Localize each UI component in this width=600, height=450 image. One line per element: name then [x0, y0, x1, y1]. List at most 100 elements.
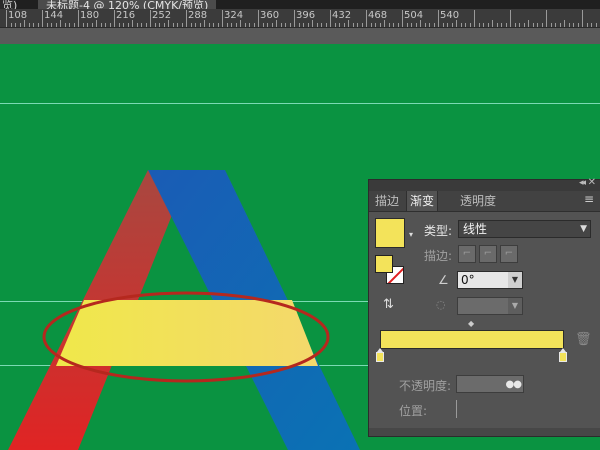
ruler-tick	[479, 23, 480, 27]
color-stop-left[interactable]	[376, 348, 384, 362]
gradient-type-value: 线性	[463, 222, 488, 236]
ruler-tick	[254, 23, 255, 27]
ruler-tick	[465, 23, 466, 27]
reverse-gradient-icon[interactable]: ⇅	[383, 297, 394, 312]
ruler-tick	[420, 20, 421, 27]
ruler-tick	[506, 23, 507, 27]
ruler-tick	[362, 23, 363, 27]
color-stop-right[interactable]	[559, 348, 567, 362]
chevron-down-icon[interactable]: ▼	[508, 298, 522, 314]
ruler-tick	[164, 23, 165, 27]
ruler-tick	[267, 23, 268, 27]
ruler-tick	[272, 23, 273, 27]
stroke-gradient-within-button[interactable]: ⌐	[458, 245, 476, 263]
ruler-tick	[83, 23, 84, 27]
ruler-tick	[317, 23, 318, 27]
ruler-tick	[456, 20, 457, 27]
close-icon[interactable]: ✕	[588, 177, 596, 188]
trash-icon[interactable]: 🗑	[575, 332, 592, 347]
ruler-tick	[56, 23, 57, 27]
ruler-tick	[483, 23, 484, 27]
panel-menu-icon[interactable]: ≡	[584, 192, 594, 206]
ruler-tick	[492, 20, 493, 27]
ruler-tick	[546, 10, 547, 27]
location-input[interactable]	[456, 400, 463, 418]
active-document-tab[interactable]: 未标题-4 @ 120% (CMYK/预览)	[38, 0, 217, 9]
ruler-tick	[357, 23, 358, 27]
tab-transparency[interactable]: 透明度	[457, 191, 499, 211]
gradient-type-select[interactable]: 线性 ▼	[458, 220, 591, 238]
stroke-label: 描边:	[424, 249, 453, 263]
aspect-ratio-icon: ◌	[436, 298, 446, 311]
gradient-swatch[interactable]	[375, 218, 405, 248]
angle-value: 0°	[461, 273, 475, 287]
ruler-tick	[312, 20, 313, 27]
panel-title-bar[interactable]: ◂◂ ✕	[369, 177, 600, 191]
stroke-gradient-along-button[interactable]: ⌐	[479, 245, 497, 263]
ruler-tick	[87, 23, 88, 27]
ruler-tick	[348, 20, 349, 27]
ruler-tick	[263, 23, 264, 27]
ruler-tick	[69, 23, 70, 27]
ruler-tick	[375, 23, 376, 27]
stroke-gradient-across-button[interactable]: ⌐	[500, 245, 518, 263]
ruler-tick	[434, 23, 435, 27]
ruler-tick	[380, 23, 381, 27]
ruler-tick	[146, 23, 147, 27]
panel-tab-row: 描边 渐变 透明度 ≡	[369, 191, 600, 212]
tab-stroke[interactable]: 描边	[372, 191, 402, 211]
ruler-tick	[231, 23, 232, 27]
chevron-down-icon: ▼	[580, 224, 587, 234]
ruler-tick	[15, 23, 16, 27]
chevron-down-icon[interactable]: ▾	[409, 230, 413, 239]
ruler-tick	[447, 23, 448, 27]
ruler-tick	[222, 10, 223, 27]
location-label: 位置:	[399, 404, 428, 418]
ruler-tick	[591, 23, 592, 27]
ruler-tick	[303, 23, 304, 27]
ruler-tick	[569, 23, 570, 27]
ruler-tick	[528, 20, 529, 27]
chevron-down-icon[interactable]: ▼	[508, 272, 522, 288]
previous-document-tab[interactable]: 览)	[0, 0, 17, 9]
opacity-slider-icon[interactable]: ●●	[506, 379, 522, 390]
ruler-tick	[110, 23, 111, 27]
ruler-tick	[299, 23, 300, 27]
panel-bottom-edge	[369, 428, 600, 436]
ruler-tick	[128, 23, 129, 27]
ruler-tick	[537, 23, 538, 27]
ruler-tick	[353, 23, 354, 27]
ruler-tick	[515, 23, 516, 27]
ruler-tick	[335, 23, 336, 27]
midpoint-diamond-icon[interactable]: ◆	[468, 319, 474, 328]
ruler-tick	[101, 23, 102, 27]
ruler-tick	[308, 23, 309, 27]
collapse-icon[interactable]: ◂◂	[579, 178, 586, 188]
ruler-tick	[114, 10, 115, 27]
ruler-tick	[510, 10, 511, 27]
ruler-tick	[438, 10, 439, 27]
ruler-tick	[398, 23, 399, 27]
ruler-tick	[326, 23, 327, 27]
ruler-tick	[182, 23, 183, 27]
ruler-tick	[582, 10, 583, 27]
ruler-tick	[92, 23, 93, 27]
opacity-input[interactable]: ●●	[456, 375, 524, 393]
ruler-tick	[213, 23, 214, 27]
ruler-tick	[330, 10, 331, 27]
gradient-slider[interactable]	[380, 330, 564, 349]
letter-a-crossbar	[56, 300, 318, 366]
ruler-tick	[42, 10, 43, 27]
ruler-tick	[186, 10, 187, 27]
tab-gradient[interactable]: 渐变	[406, 191, 439, 211]
angle-input[interactable]: 0° ▼	[457, 271, 523, 289]
type-label: 类型:	[424, 224, 453, 238]
ruler-tick	[474, 10, 475, 27]
ruler-tick	[137, 23, 138, 27]
fill-swatch[interactable]	[375, 255, 393, 273]
ruler-tick	[60, 20, 61, 27]
ruler-tick	[195, 23, 196, 27]
aspect-ratio-input[interactable]: ▼	[457, 297, 523, 315]
ruler-tick	[245, 23, 246, 27]
ruler-tick	[452, 23, 453, 27]
